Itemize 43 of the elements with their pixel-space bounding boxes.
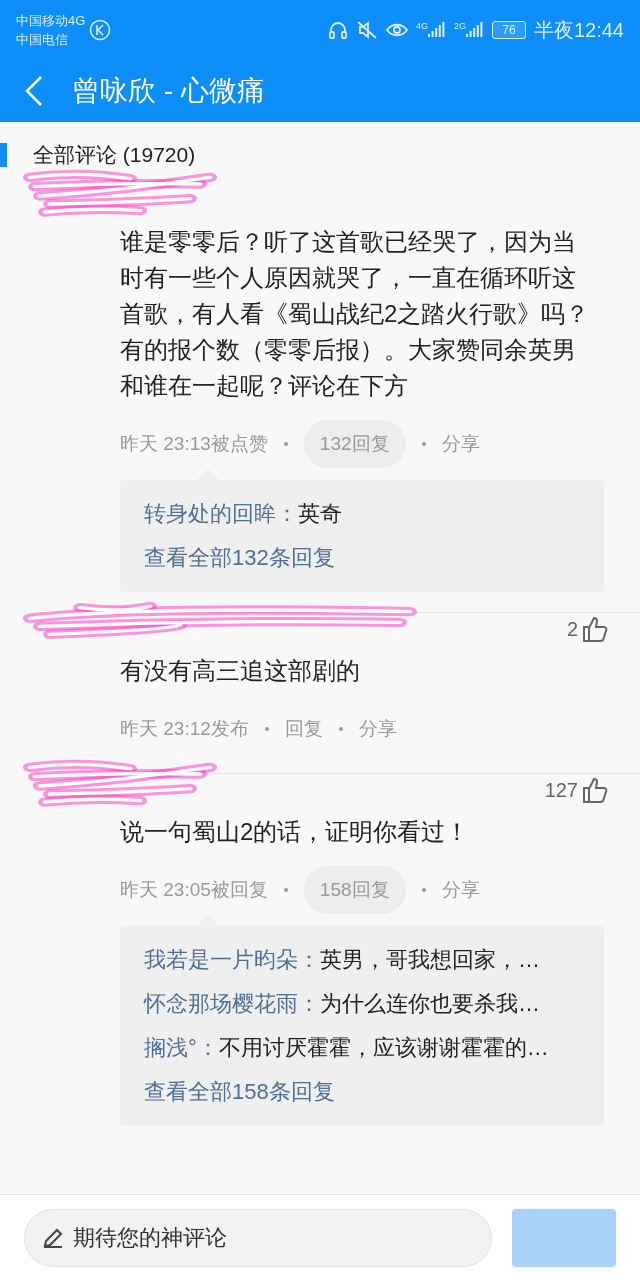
comment-input[interactable]: 期待您的神评论 — [24, 1208, 492, 1267]
signal-icon — [465, 21, 484, 39]
clock: 半夜12:44 — [533, 18, 624, 43]
comment-text: 谁是零零后？听了这首歌已经哭了，因为当时有一些个人原因就哭了，一直在循环听这首歌，有人看《蜀山战纪2之踏火行歌》吗？有的报个数（零零后报）。大家赞同余英男和谁在一起呢？评论在下方 — [120, 227, 591, 401]
action-link[interactable]: 分享 — [441, 866, 480, 914]
reply-text: 英男，哥我想回家，… — [320, 946, 540, 974]
comment-time: 昨天 23:05被回复 — [120, 877, 268, 902]
like-count: 127 — [544, 778, 578, 803]
thumbs-up-icon[interactable] — [582, 776, 608, 804]
view-all-replies-link[interactable]: 查看全部158条回复 — [144, 1070, 335, 1114]
back-icon[interactable] — [24, 75, 44, 107]
action-link[interactable]: 分享 — [441, 420, 480, 468]
mute-icon — [355, 20, 378, 40]
comment-time: 昨天 23:12发布 — [120, 716, 249, 741]
action-link[interactable]: 分享 — [358, 705, 397, 753]
carrier-label: 中国电信 — [16, 31, 69, 49]
comment-text: 有没有高三追这部剧的 — [120, 656, 361, 686]
reply-author[interactable]: 怀念那场樱花雨： — [144, 982, 320, 1026]
section-title: 全部评论 (19720) — [33, 142, 196, 169]
replies-button[interactable]: 132回复 — [303, 420, 406, 468]
battery-indicator: 76 — [491, 21, 526, 39]
reply-text: 为什么连你也要杀我… — [320, 990, 540, 1018]
network-label: 2G — [453, 21, 466, 31]
headphones-icon — [327, 20, 348, 40]
thumbs-up-icon[interactable] — [582, 615, 608, 643]
reply-author[interactable]: 转身处的回眸： — [144, 492, 298, 536]
like-count: 2 — [566, 617, 578, 642]
view-all-replies-link[interactable]: 查看全部132条回复 — [144, 536, 335, 580]
signal-icon — [427, 21, 446, 39]
comment-time: 昨天 23:13被点赞 — [120, 431, 268, 456]
reply-text: 英奇 — [298, 500, 342, 528]
reply-author[interactable]: 我若是一片昀朵： — [144, 938, 320, 982]
reply-text: 不用讨厌霍霍，应该谢谢霍霍的… — [218, 1034, 549, 1062]
page-title: 曾咏欣 - 心微痛 — [72, 74, 265, 108]
network-label: 4G — [415, 21, 428, 31]
k-circle-icon — [89, 19, 112, 41]
eye-icon — [385, 21, 408, 39]
carrier-label: 中国移动4G — [16, 12, 86, 30]
comment-text: 说一句蜀山2的话，证明你看过！ — [120, 817, 471, 847]
section-marker — [0, 143, 7, 167]
reply-author[interactable]: 搁浅°： — [144, 1026, 219, 1070]
replies-button[interactable]: 158回复 — [303, 866, 406, 914]
action-link[interactable]: 回复 — [284, 705, 323, 753]
